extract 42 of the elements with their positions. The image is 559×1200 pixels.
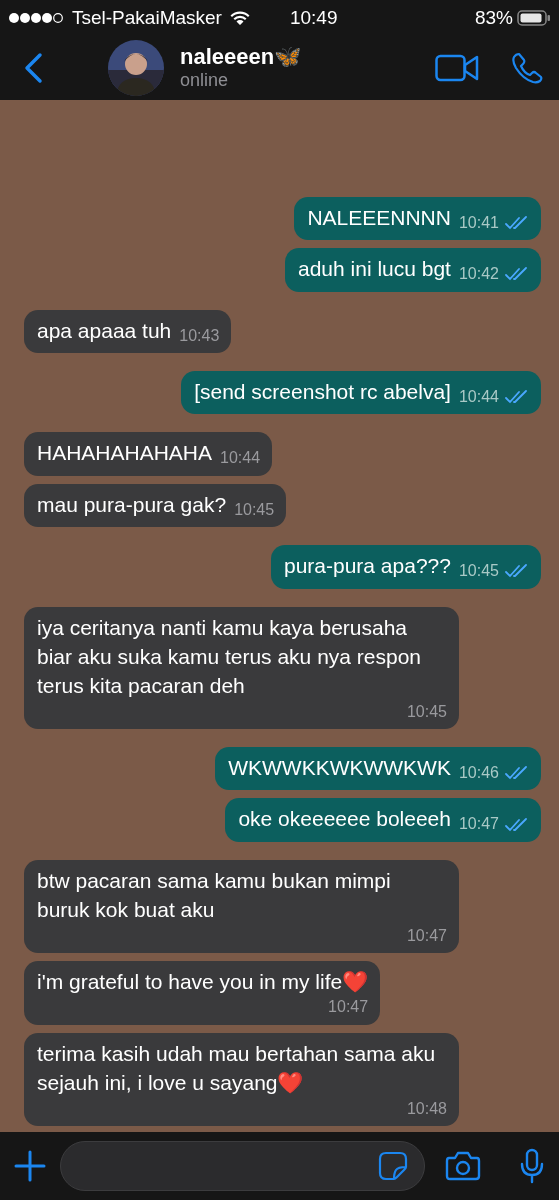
message-time: 10:42 bbox=[458, 264, 499, 285]
message-time: 10:48 bbox=[406, 1098, 447, 1119]
message-text: pura-pura apa??? bbox=[284, 553, 451, 580]
message-text: NALEEENNNN bbox=[307, 204, 451, 231]
message-time: 10:47 bbox=[328, 997, 369, 1018]
message-text: iya ceritanya nanti kamu kaya berusaha biar aku suka kamu terus aku nya respon terus kita pacaran deh bbox=[37, 614, 423, 700]
microphone-icon[interactable] bbox=[519, 1148, 545, 1184]
message-text: oke okeeeeee boleeeh bbox=[238, 806, 451, 833]
sticker-icon[interactable] bbox=[378, 1151, 408, 1181]
message-time: 10:47 bbox=[406, 925, 447, 946]
message-text: HAHAHAHAHAHA bbox=[37, 440, 213, 467]
phone-icon[interactable] bbox=[511, 52, 543, 84]
battery-icon bbox=[517, 10, 551, 26]
video-call-icon[interactable] bbox=[435, 54, 479, 82]
message-text: mau pura-pura gak? bbox=[37, 491, 227, 518]
message-time: 10:41 bbox=[458, 212, 499, 233]
message-text: apa apaaa tuh bbox=[37, 317, 172, 344]
message-time: 10:46 bbox=[458, 763, 499, 784]
message-text: btw pacaran sama kamu bukan mimpi buruk kok buat aku bbox=[37, 867, 392, 924]
message-time: 10:44 bbox=[458, 386, 499, 407]
message-time: 10:47 bbox=[458, 814, 499, 835]
message-time: 10:44 bbox=[220, 448, 261, 469]
message-time: 10:43 bbox=[179, 325, 220, 346]
message-text: aduh ini lucu bgt bbox=[298, 256, 451, 283]
message-text: [send screenshot rc abelva] bbox=[194, 378, 451, 405]
contact-name: naleeeen🦋 bbox=[180, 44, 302, 71]
message-input[interactable] bbox=[60, 1141, 425, 1191]
signal-icon bbox=[8, 12, 64, 24]
status-time: 10:49 bbox=[289, 5, 338, 30]
message-time: 10:45 bbox=[406, 701, 447, 722]
back-icon[interactable] bbox=[22, 52, 44, 84]
message-time: 10:45 bbox=[458, 561, 499, 582]
wifi-icon bbox=[229, 10, 250, 26]
add-icon[interactable] bbox=[14, 1150, 46, 1182]
battery-percent: 83% bbox=[474, 5, 513, 30]
message-text: terima kasih udah mau bertahan sama aku sejauh ini, i love u sayang❤ bbox=[37, 1040, 437, 1097]
carrier-name: Tsel-PakaiMasker bbox=[72, 5, 222, 30]
presence-status: online bbox=[180, 70, 230, 92]
camera-icon[interactable] bbox=[445, 1151, 481, 1181]
message-text: WKWWKKWKWWKWK bbox=[228, 755, 451, 782]
message-time: 10:45 bbox=[234, 499, 275, 520]
message-text: i'm grateful to have you in my life❤ bbox=[37, 969, 369, 996]
